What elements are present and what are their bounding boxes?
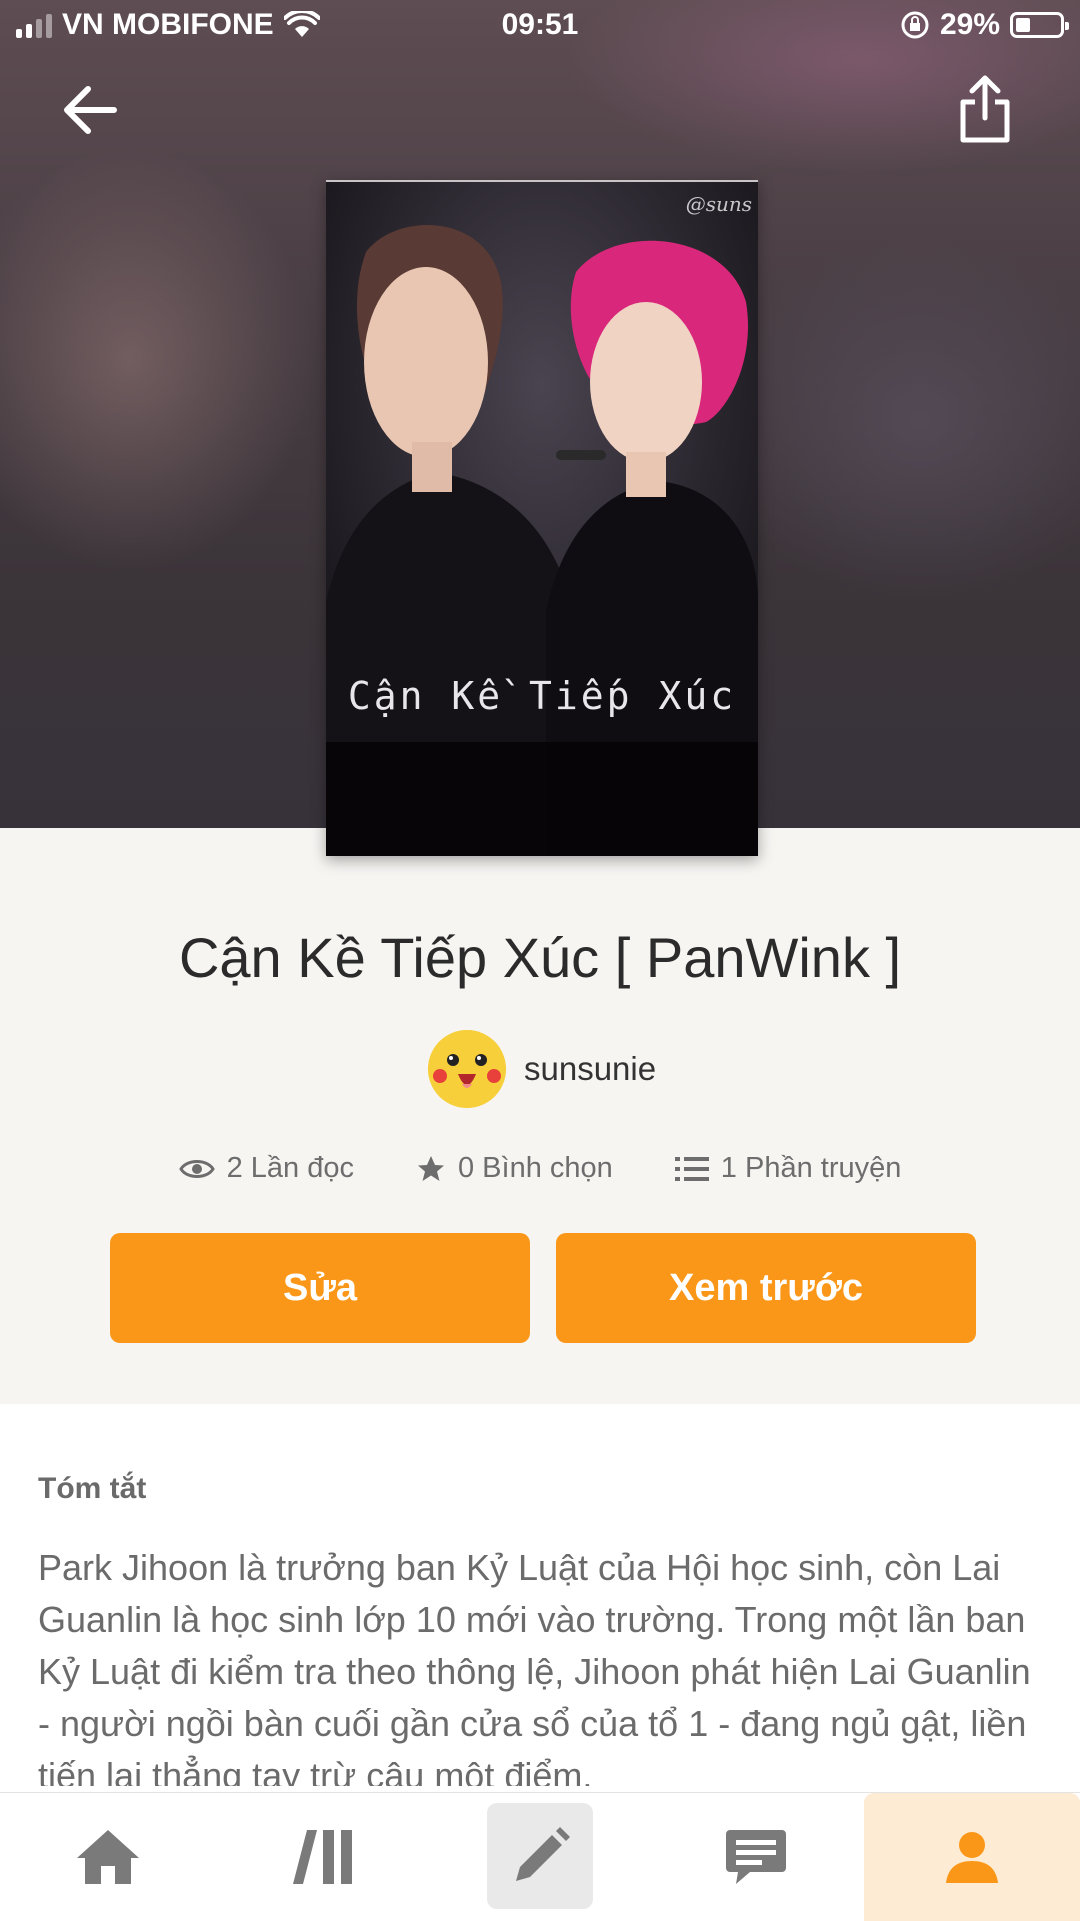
book-cover[interactable]: @suns Cận Kề Tiếp Xúc (326, 180, 758, 856)
nav-library[interactable] (216, 1793, 432, 1921)
votes-stat: 0 Bình chọn (416, 1152, 613, 1185)
cover-watermark: @suns (685, 192, 752, 216)
messages-icon (726, 1830, 786, 1884)
preview-button[interactable]: Xem trước (556, 1233, 976, 1343)
home-icon (77, 1830, 139, 1884)
story-title: Cận Kề Tiếp Xúc [ PanWink ] (178, 926, 902, 989)
star-icon (418, 1155, 444, 1181)
nav-messages[interactable] (648, 1793, 864, 1921)
battery-percent: 29% (939, 8, 1000, 41)
rotation-lock-icon (901, 11, 929, 39)
edit-button[interactable]: Sửa (110, 1233, 530, 1343)
battery-icon (1010, 12, 1069, 38)
reads-stat: 2 Lần đọc (178, 1152, 354, 1185)
nav-home[interactable] (0, 1793, 216, 1921)
nav-write[interactable] (432, 1793, 648, 1921)
back-button[interactable] (60, 80, 130, 140)
parts-stat: 1 Phần truyện (674, 1152, 902, 1185)
list-icon (674, 1156, 709, 1181)
pencil-icon (516, 1827, 570, 1881)
share-button[interactable] (955, 74, 1015, 146)
profile-icon (946, 1832, 998, 1883)
eye-icon (178, 1159, 215, 1178)
pikachu-avatar-icon (428, 1030, 506, 1108)
summary-heading: Tóm tắt (38, 1472, 147, 1505)
arrow-left-icon (64, 86, 117, 134)
cover-title-text: Cận Kề Tiếp Xúc (347, 674, 737, 718)
story-stats: 2 Lần đọc 0 Bình chọn 1 Phần truyện (0, 1152, 1080, 1185)
reads-count: 2 Lần đọc (226, 1152, 354, 1184)
author-name: sunsunie (524, 1050, 657, 1087)
summary-text: Park Jihoon là trưởng ban Kỷ Luật của Hộ… (38, 1547, 1031, 1786)
nav-profile[interactable] (864, 1793, 1080, 1921)
bottom-navigation (0, 1792, 1080, 1921)
library-icon (293, 1830, 352, 1884)
cover-artwork (326, 182, 758, 856)
votes-count: 0 Bình chọn (458, 1152, 613, 1184)
parts-count: 1 Phần truyện (720, 1152, 902, 1184)
summary-section: Tóm tắt Park Jihoon là trưởng ban Kỷ Luậ… (0, 1404, 1080, 1792)
status-bar: VN MOBIFONE 09:51 29% (0, 0, 1080, 56)
author-link[interactable]: sunsunie (428, 1030, 656, 1108)
avatar (428, 1030, 506, 1108)
share-icon (960, 75, 1010, 143)
